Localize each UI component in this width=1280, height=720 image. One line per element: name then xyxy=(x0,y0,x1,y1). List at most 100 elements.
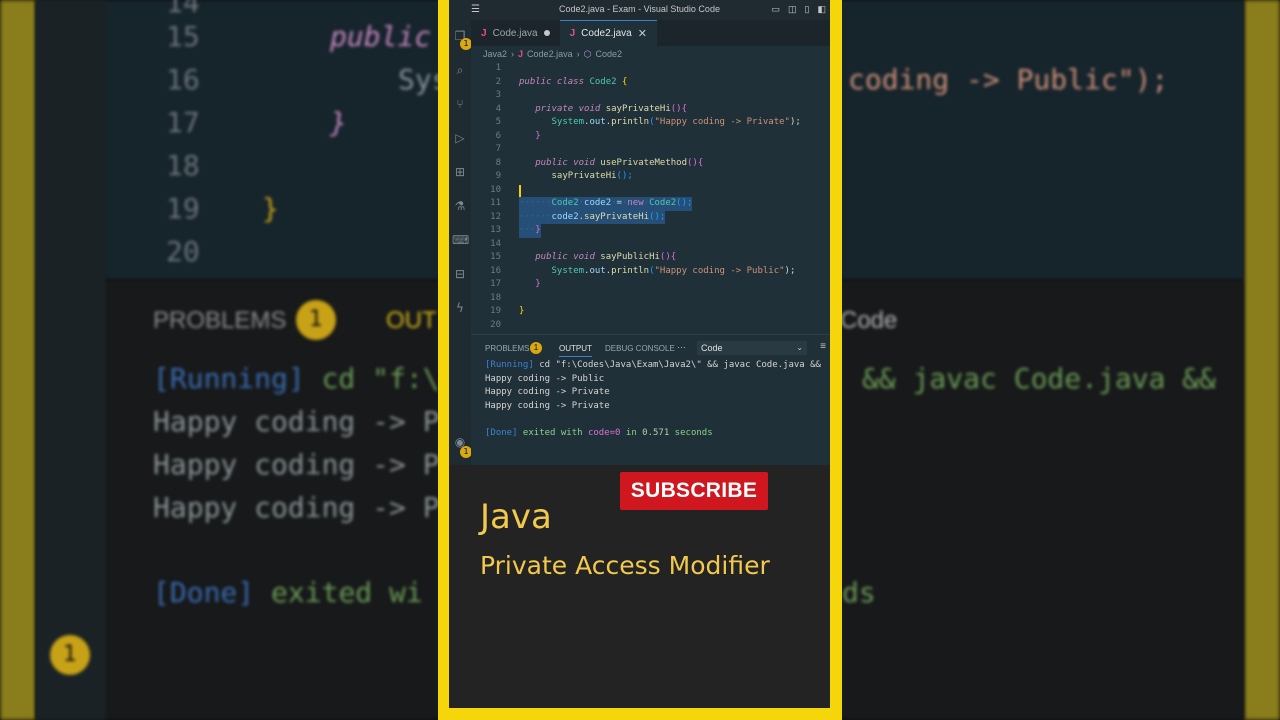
subscribe-button[interactable]: SUBSCRIBE xyxy=(620,472,768,510)
code-line: 18 xyxy=(471,292,830,306)
code-line: 5 System.out.println("Happy coding -> Pr… xyxy=(471,116,830,130)
bg-seconds-text: ds xyxy=(842,576,876,609)
code-line: 19} xyxy=(471,305,830,319)
panel-icon[interactable]: ▯ xyxy=(805,4,810,15)
code-line: 8 public void usePrivateMethod(){ xyxy=(471,157,830,171)
code-brace: { xyxy=(697,157,704,168)
code-line-selected: 12 ······code2.sayPrivateHi(); xyxy=(471,210,830,224)
extensions-icon[interactable]: ⊞ xyxy=(452,164,468,180)
code-variable: code2 xyxy=(584,198,612,208)
chevron-right-icon: › xyxy=(576,49,580,59)
line-number: 8 xyxy=(495,157,501,168)
code-method: sayPrivateHi xyxy=(605,103,671,114)
line-number: 10 xyxy=(490,184,501,195)
line-number: 14 xyxy=(490,238,501,249)
code-line: 6 } xyxy=(471,130,830,144)
code-brace: } xyxy=(535,225,541,235)
run-debug-icon[interactable]: ▷ xyxy=(452,130,468,146)
output-running-line: [Running] cd "f:\Codes\Java\Exam\Java2\"… xyxy=(485,360,821,370)
output-line: Happy coding -> Private xyxy=(485,387,610,397)
code-paren: (); xyxy=(616,171,633,181)
code-paren: (); xyxy=(676,198,693,208)
search-icon[interactable]: ⌕ xyxy=(452,62,468,78)
editor-tabs: J Code.java J Code2.java ✕ xyxy=(471,20,830,46)
bg-public-keyword: public xyxy=(330,20,432,53)
code-method: sayPrivateHi xyxy=(584,211,650,222)
code-keyword: private void xyxy=(535,103,601,114)
bg-problems-badge: 1 xyxy=(296,300,336,340)
code-line: 16 System.out.println("Happy coding -> P… xyxy=(471,265,830,279)
bg-line-number: 16 xyxy=(166,63,200,96)
breadcrumb-symbol[interactable]: Code2 xyxy=(595,49,622,59)
code-paren: () xyxy=(670,103,682,114)
terminal-icon[interactable]: ⌨ xyxy=(452,232,469,248)
unsaved-dot-icon[interactable] xyxy=(543,30,550,36)
line-number: 2 xyxy=(495,76,501,87)
tab-code-java[interactable]: J Code.java xyxy=(471,20,560,46)
code-keyword: new xyxy=(627,198,644,208)
code-line: 7 xyxy=(471,143,830,157)
line-number: 15 xyxy=(490,252,501,262)
code-method: sayPrivateHi xyxy=(551,171,617,181)
more-icon[interactable]: ··· xyxy=(677,342,686,352)
line-number: 17 xyxy=(490,279,501,289)
breadcrumb: Java2 › J Code2.java › ⬡ Code2 xyxy=(471,46,830,62)
panel-tabs: PROBLEMS 1 OUTPUT DEBUG CONSOLE ··· Code… xyxy=(471,335,830,361)
remote-icon[interactable]: ⊟ xyxy=(452,266,468,282)
line-number: 9 xyxy=(495,171,501,181)
tab-problems[interactable]: PROBLEMS xyxy=(485,344,529,353)
bg-accounts-badge: 1 xyxy=(50,635,90,675)
testing-icon[interactable]: ⚗ xyxy=(452,198,468,214)
code-field: out xyxy=(589,265,606,276)
problems-badge: 1 xyxy=(530,342,542,354)
clear-output-icon[interactable]: ≡ xyxy=(820,341,826,352)
code-paren: ); xyxy=(789,117,801,127)
breadcrumb-file[interactable]: Code2.java xyxy=(527,49,573,59)
code-class: System xyxy=(551,117,585,127)
tab-output[interactable]: OUTPUT xyxy=(559,344,592,357)
promo-area: SUBSCRIBE Java Private Access Modifier xyxy=(449,465,830,708)
bg-output-line: Happy coding -> P xyxy=(153,405,440,438)
bg-line-number: 15 xyxy=(166,20,200,53)
line-number: 19 xyxy=(490,306,501,316)
sidebar-icon[interactable]: ◧ xyxy=(817,4,826,15)
layout-icon[interactable]: ▭ xyxy=(772,4,781,15)
bg-brace-inner: } xyxy=(330,106,347,139)
bg-running-line: [Running] cd "f:\ xyxy=(153,362,440,395)
line-number: 16 xyxy=(490,265,501,276)
code-editor[interactable]: 1 2 public class Code2 { 3 4 private void… xyxy=(471,62,830,334)
java-file-icon: J xyxy=(518,49,524,59)
code-class: Code2 xyxy=(551,198,579,208)
close-icon[interactable]: ✕ xyxy=(638,27,647,40)
done-tag: [Done] xyxy=(485,428,518,438)
activity-bar: ❐ 1 ⌕ ⑂ ▷ ⊞ ⚗ ⌨ ⊟ ϟ ◉ 1 xyxy=(449,20,472,465)
code-class: System xyxy=(551,265,585,276)
code-brace: } xyxy=(535,279,541,289)
breadcrumb-folder[interactable]: Java2 xyxy=(483,49,507,59)
code-class: Code2 xyxy=(649,198,677,208)
code-brace: { xyxy=(681,103,688,114)
text-cursor xyxy=(519,184,521,197)
bg-done-line: [Done] exited wi xyxy=(153,576,423,609)
tab-code2-java[interactable]: J Code2.java ✕ xyxy=(559,20,657,46)
chevron-right-icon: › xyxy=(511,49,515,59)
code-line: 3 xyxy=(471,89,830,103)
line-number: 1 xyxy=(495,63,501,73)
source-control-icon[interactable]: ⑂ xyxy=(452,96,468,112)
line-number: 3 xyxy=(495,90,501,100)
output-panel: PROBLEMS 1 OUTPUT DEBUG CONSOLE ··· Code… xyxy=(471,334,830,465)
lightning-icon[interactable]: ϟ xyxy=(452,300,468,316)
bg-string-text: coding -> Public"); xyxy=(848,63,1169,96)
line-number: 18 xyxy=(490,292,501,303)
video-frame: ☰ Code2.java - Exam - Visual Studio Code… xyxy=(438,0,842,720)
tab-debug-console[interactable]: DEBUG CONSOLE xyxy=(605,344,675,353)
code-line: 15 public void sayPublicHi(){ xyxy=(471,251,830,265)
output-channel-select[interactable]: Code ⌄ xyxy=(697,341,807,355)
split-icon[interactable]: ◫ xyxy=(788,4,797,15)
bg-problems-label: PROBLEMS xyxy=(153,307,287,334)
code-line: 10 xyxy=(471,184,830,198)
vscode-screen: ☰ Code2.java - Exam - Visual Studio Code… xyxy=(449,0,830,708)
java-file-icon: J xyxy=(569,28,576,39)
code-string: "Happy coding -> Public" xyxy=(654,265,785,276)
promo-title: Java xyxy=(480,497,552,537)
